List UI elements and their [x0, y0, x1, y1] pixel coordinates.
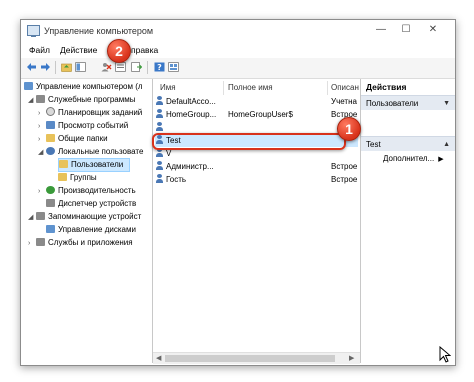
menu-action[interactable]: Действие — [60, 45, 97, 55]
toolbar-separator — [147, 61, 148, 74]
scroll-right-icon[interactable]: ▶ — [349, 354, 354, 362]
user-icon — [155, 109, 164, 118]
column-header-fullname[interactable]: Полное имя — [228, 83, 273, 92]
user-icon — [155, 122, 164, 131]
tree-item-groups[interactable]: Группы — [58, 172, 97, 184]
tree-item-disk-management[interactable]: Управление дисками — [46, 224, 136, 236]
shared-folder-icon — [46, 134, 55, 142]
users-icon — [46, 147, 55, 155]
submenu-arrow-icon: ▶ — [438, 156, 444, 163]
services-icon — [36, 238, 45, 246]
collapse-arrow-icon[interactable]: ▼ — [443, 96, 450, 111]
menu-bar: Файл Действие правка — [21, 42, 455, 58]
show-hide-tree-icon[interactable] — [75, 62, 86, 72]
computer-management-icon — [27, 25, 40, 37]
event-viewer-icon — [46, 121, 55, 129]
device-manager-icon — [46, 199, 55, 207]
tree-item-services-apps[interactable]: › Службы и приложения — [28, 237, 133, 249]
tree-item-users[interactable]: Пользователи — [58, 158, 131, 172]
toolbar: ? — [21, 58, 455, 79]
title-bar: Управление компьютером — ☐ ✕ — [21, 20, 455, 42]
properties-icon[interactable] — [115, 62, 126, 72]
minimize-button[interactable]: — — [371, 23, 391, 37]
computer-icon — [24, 82, 33, 90]
step-badge-1: 1 — [337, 117, 361, 141]
export-list-icon[interactable] — [131, 62, 142, 72]
actions-pane: Действия Пользователи ▼ Test ▲ Дополните… — [361, 79, 455, 363]
tree-item-system-tools[interactable]: ◢ Служебные программы — [28, 94, 135, 106]
expand-arrow-icon[interactable]: › — [38, 134, 46, 146]
user-icon — [155, 161, 164, 170]
expand-arrow-icon[interactable]: › — [38, 186, 46, 198]
table-row[interactable]: DefaultAcco... Учетна — [155, 96, 358, 108]
tools-icon — [36, 95, 45, 103]
column-header-description[interactable]: Описан — [331, 83, 359, 92]
actions-more-link[interactable]: Дополнител... ▶ — [383, 154, 444, 163]
table-row[interactable]: Гость Встрое — [155, 174, 358, 186]
column-separator[interactable] — [327, 81, 328, 95]
expand-arrow-icon[interactable]: › — [28, 238, 36, 250]
table-row[interactable]: HomeGroup... HomeGroupUser$ Встрое — [155, 109, 358, 121]
expand-arrow-icon[interactable]: › — [38, 121, 46, 133]
column-separator[interactable] — [223, 81, 224, 95]
close-button[interactable]: ✕ — [423, 23, 443, 37]
performance-icon — [46, 186, 55, 194]
tree-item-performance[interactable]: › Производительность — [38, 185, 136, 197]
expand-arrow-icon[interactable]: › — [38, 108, 46, 120]
window-title: Управление компьютером — [44, 26, 154, 36]
toolbar-separator — [55, 61, 56, 74]
tree-item-device-manager[interactable]: Диспетчер устройств — [38, 198, 136, 210]
collapse-arrow-icon[interactable]: ▲ — [443, 137, 450, 152]
tree-item-storage[interactable]: ◢ Запоминающие устройст — [28, 211, 141, 223]
tree-item-task-scheduler[interactable]: › Планировщик заданий — [38, 107, 142, 119]
table-row[interactable]: Администр... Встрое — [155, 161, 358, 173]
folder-icon — [59, 160, 68, 168]
view-icon[interactable] — [168, 62, 179, 72]
menu-help[interactable]: правка — [131, 45, 158, 55]
expand-arrow-icon[interactable]: ◢ — [28, 212, 36, 224]
folder-icon — [58, 173, 67, 181]
storage-icon — [36, 212, 45, 220]
step-badge-2: 2 — [107, 39, 131, 63]
tree-item-local-users[interactable]: ◢ Локальные пользовате — [38, 146, 143, 158]
computer-management-window: Управление компьютером — ☐ ✕ Файл Действ… — [20, 19, 456, 366]
folder-up-icon[interactable] — [61, 62, 72, 72]
disk-icon — [46, 225, 55, 233]
forward-arrow-icon[interactable] — [40, 62, 51, 72]
help-icon[interactable]: ? — [154, 62, 165, 72]
tree-item-event-viewer[interactable]: › Просмотр событий — [38, 120, 128, 132]
highlight-callout — [152, 133, 346, 150]
maximize-button[interactable]: ☐ — [396, 23, 416, 37]
delete-user-icon[interactable] — [101, 62, 112, 72]
column-header-name[interactable]: Имя — [160, 83, 176, 92]
actions-section-test[interactable]: Test ▲ — [361, 136, 455, 151]
clock-icon — [46, 107, 55, 116]
horizontal-scrollbar[interactable]: ◀ ▶ — [153, 352, 360, 364]
tree-item-computer-management[interactable]: Управление компьютером (л — [24, 81, 143, 93]
menu-file[interactable]: Файл — [29, 45, 50, 55]
users-list: Имя Полное имя Описан DefaultAcco... Уче… — [153, 79, 361, 363]
scroll-thumb[interactable] — [165, 355, 335, 362]
user-icon — [155, 96, 164, 105]
user-icon — [155, 174, 164, 183]
expand-arrow-icon[interactable]: ◢ — [28, 95, 36, 107]
actions-section-users[interactable]: Пользователи ▼ — [361, 95, 455, 110]
actions-header: Действия — [361, 79, 455, 95]
scroll-left-icon[interactable]: ◀ — [156, 354, 161, 362]
mouse-cursor-icon — [439, 346, 451, 363]
back-arrow-icon[interactable] — [26, 62, 37, 72]
svg-text:?: ? — [157, 63, 162, 72]
tree-item-shared-folders[interactable]: › Общие папки — [38, 133, 108, 145]
navigation-tree: Управление компьютером (л ◢ Служебные про… — [22, 79, 153, 363]
expand-arrow-icon[interactable]: ◢ — [38, 147, 46, 159]
